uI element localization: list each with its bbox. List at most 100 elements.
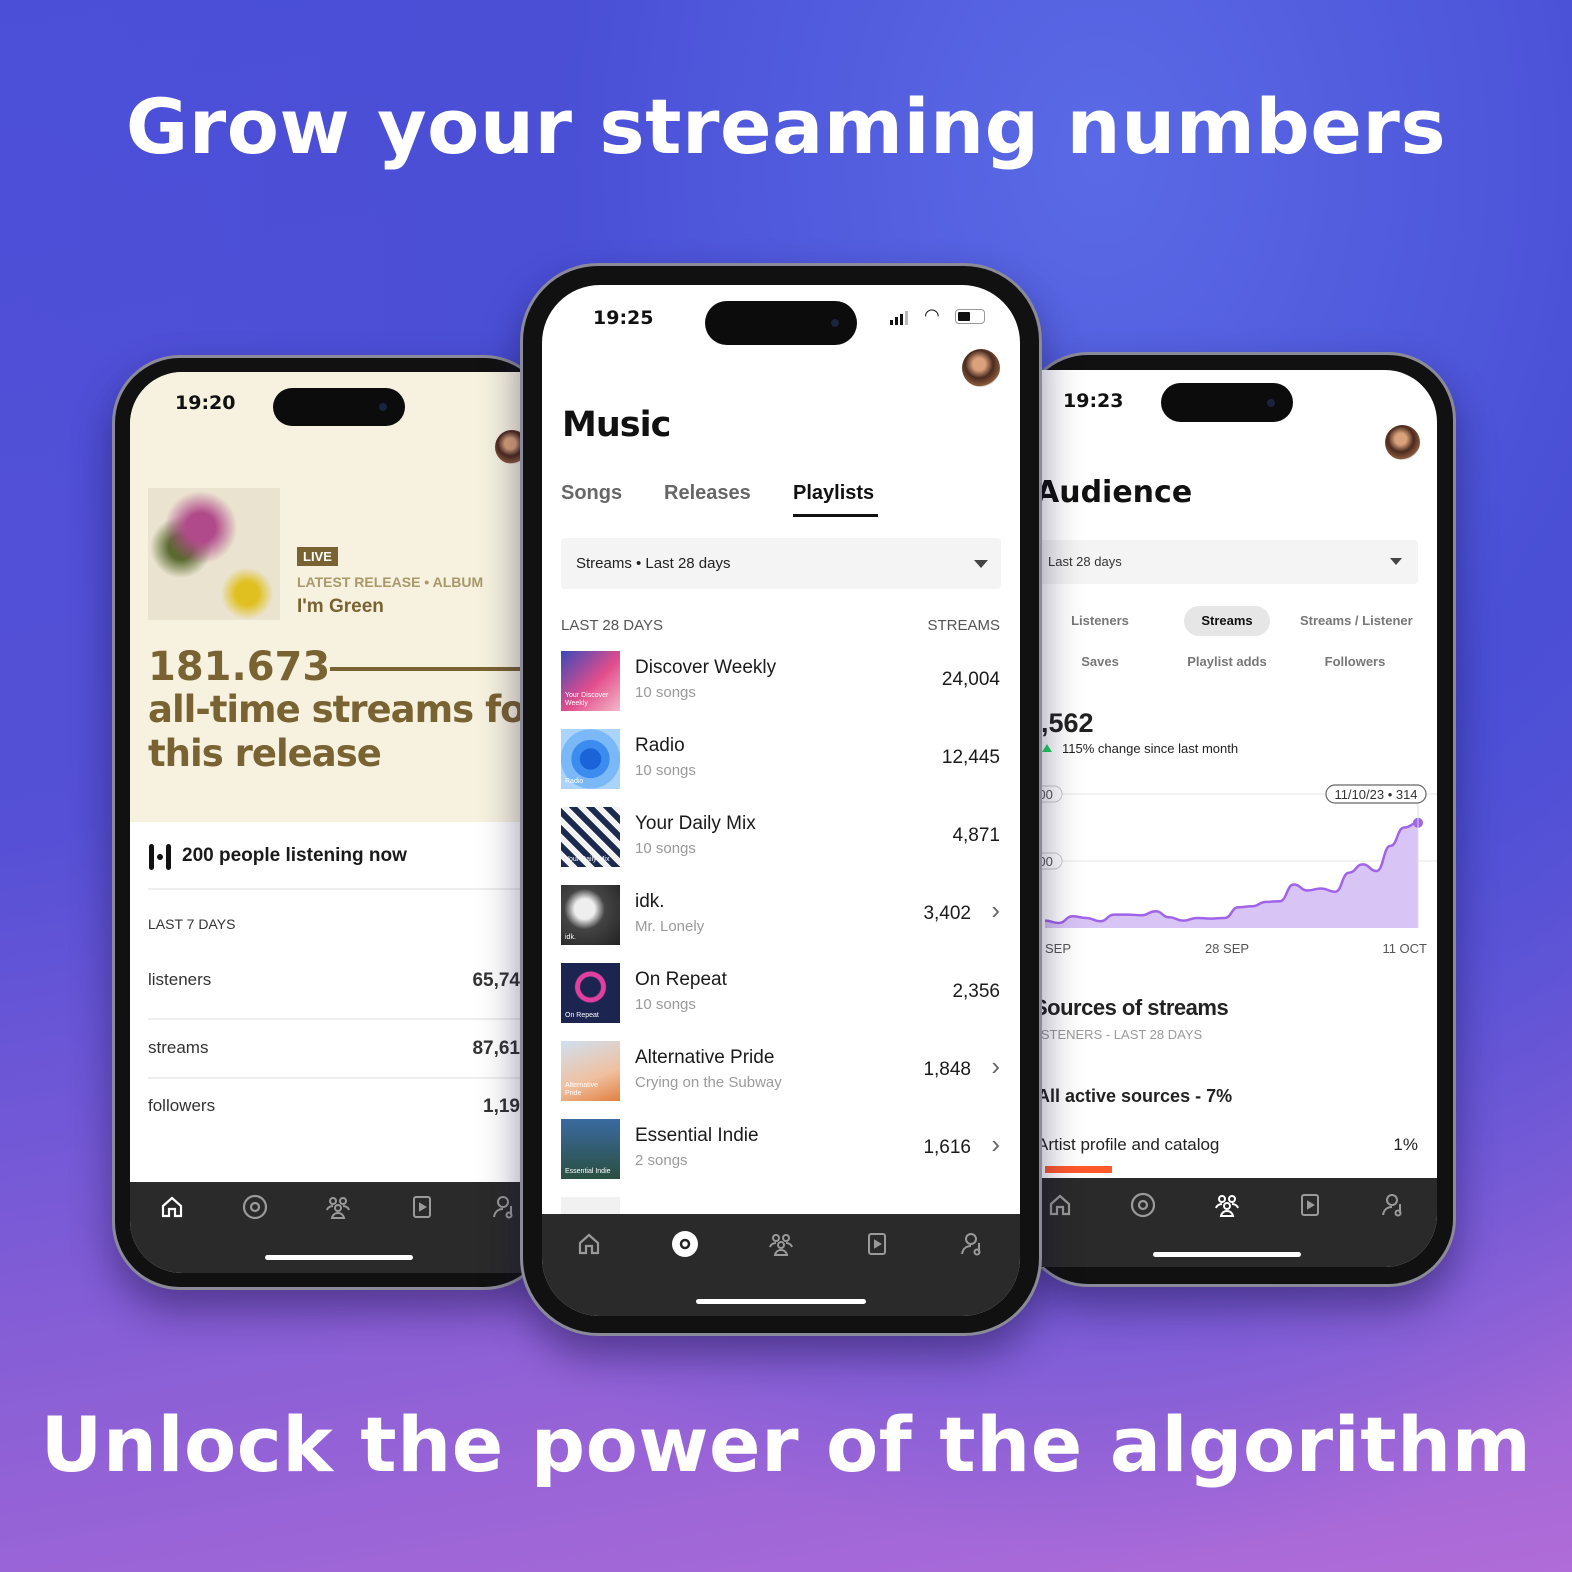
release-screen: 19:20 LIVE LATEST RELEASE • ALBUM I'm Gr… <box>130 372 550 1273</box>
headline-bottom: Unlock the power of the algorithm <box>40 1400 1532 1489</box>
cover-text: Alternative Pride <box>565 1082 599 1097</box>
list-item[interactable]: Alternative Pride Alternative Pride Cryi… <box>542 1041 1020 1103</box>
chevron-right-icon[interactable]: › <box>991 1051 1000 1082</box>
all-sources: All active sources - 7% <box>1040 1086 1233 1106</box>
playlist-cover: Radio <box>561 729 620 789</box>
headline-top: Grow your streaming numbers <box>125 82 1447 171</box>
release-title[interactable]: I'm Green <box>297 596 384 618</box>
x-tick-label: 11 OCT <box>1382 941 1427 956</box>
bottom-nav <box>1040 1178 1437 1267</box>
metric-tab-playlist-adds[interactable]: Playlist adds <box>1172 647 1282 677</box>
metric-dropdown[interactable]: Streams • Last 28 days <box>561 538 1001 589</box>
divider <box>148 888 550 890</box>
page-title: Music <box>562 405 671 445</box>
playlist-cover: Your Daily Mix <box>561 807 620 867</box>
playlist-cover: On Repeat <box>561 963 620 1023</box>
playlist-cover: Essential Indie <box>561 1119 620 1179</box>
list-item[interactable]: Your Discover Weekly Discover Weekly 10 … <box>542 651 1020 713</box>
live-badge: LIVE <box>297 547 338 566</box>
page-title: Audience <box>1040 475 1193 510</box>
dropdown-value: Last 28 days <box>1048 554 1122 569</box>
home-icon[interactable] <box>1046 1191 1074 1219</box>
campaigns-icon[interactable] <box>863 1230 891 1258</box>
playlist-title: On Repeat <box>635 969 727 990</box>
playlist-title: Discover Weekly <box>635 657 777 678</box>
music-disc-icon[interactable] <box>671 1230 699 1258</box>
tab-releases[interactable]: Releases <box>664 482 751 505</box>
home-icon[interactable] <box>158 1193 186 1221</box>
metric-tab-followers[interactable]: Followers <box>1300 647 1410 677</box>
playlist-subtitle: Mr. Lonely <box>635 918 705 935</box>
cover-text: Essential Indie <box>565 1168 611 1175</box>
wifi-icon: ◠ <box>924 305 940 325</box>
chevron-down-icon <box>1390 558 1402 565</box>
section-label: LAST 7 DAYS <box>148 916 236 932</box>
sources-title: Sources of streams <box>1040 995 1229 1020</box>
stream-count: 24,004 <box>941 669 1000 690</box>
playlist-cover: Your Discover Weekly <box>561 651 620 711</box>
tab-playlists[interactable]: Playlists <box>793 482 874 505</box>
left-phone: 19:20 LIVE LATEST RELEASE • ALBUM I'm Gr… <box>112 355 552 1290</box>
list-item[interactable]: Essential Indie Essential Indie 2 songs … <box>542 1119 1020 1181</box>
dynamic-island <box>705 301 857 345</box>
streams-line <box>330 667 550 671</box>
home-indicator <box>1153 1252 1301 1257</box>
list-item[interactable]: Radio Radio 10 songs 12,445 <box>542 729 1020 791</box>
music-disc-icon[interactable] <box>1129 1191 1157 1219</box>
stat-value: 1,19 <box>483 1096 520 1117</box>
bottom-nav <box>542 1214 1020 1316</box>
list-item[interactable]: Your Daily Mix Your Daily Mix 10 songs 4… <box>542 807 1020 869</box>
audience-icon[interactable] <box>767 1230 795 1258</box>
tab-songs[interactable]: Songs <box>561 482 622 505</box>
chevron-right-icon[interactable]: › <box>991 1129 1000 1160</box>
stream-count: 1,848 <box>923 1059 971 1080</box>
music-disc-icon[interactable] <box>241 1193 269 1221</box>
source-value: 1% <box>1393 1135 1418 1154</box>
avatar[interactable] <box>1385 425 1420 460</box>
metric-tab-streams-listener[interactable]: Streams / Listener <box>1300 606 1413 636</box>
divider <box>148 1077 550 1079</box>
dynamic-island <box>273 388 405 426</box>
source-label: Artist profile and catalog <box>1040 1135 1220 1154</box>
playlist-subtitle: 10 songs <box>635 996 696 1013</box>
playlist-cover: Alternative Pride <box>561 1041 620 1101</box>
stat-row-streams: streams 87,61 <box>148 1038 520 1059</box>
battery-icon <box>955 309 985 324</box>
audience-icon[interactable] <box>324 1193 352 1221</box>
playlist-subtitle: 2 songs <box>635 1152 688 1169</box>
stat-label: streams <box>148 1038 209 1057</box>
source-bar <box>1045 1166 1112 1173</box>
up-arrow-icon <box>1042 744 1052 752</box>
metric-tab-saves[interactable]: Saves <box>1045 647 1155 677</box>
total-value: 2,562 <box>1040 708 1094 738</box>
metric-tab-listeners[interactable]: Listeners <box>1045 606 1155 636</box>
audience-icon[interactable] <box>1213 1191 1241 1219</box>
source-row: Artist profile and catalog 1% <box>1040 1135 1418 1155</box>
status-icons <box>1322 392 1412 406</box>
divider <box>148 1018 550 1020</box>
metric-tab-streams[interactable]: Streams <box>1184 606 1270 636</box>
listening-now: 200 people listening now <box>182 845 407 866</box>
playlist-title: Radio <box>635 735 685 756</box>
streams-caption-2: this release <box>148 732 382 775</box>
dynamic-island <box>1161 383 1293 422</box>
column-header-period: LAST 28 DAYS <box>561 617 663 634</box>
campaigns-icon[interactable] <box>408 1193 436 1221</box>
list-item[interactable]: On Repeat On Repeat 10 songs 2,356 <box>542 963 1020 1025</box>
stat-label: followers <box>148 1096 216 1115</box>
chevron-down-icon <box>974 560 988 568</box>
period-dropdown[interactable]: Last 28 days <box>1040 540 1418 584</box>
home-icon[interactable] <box>575 1230 603 1258</box>
bottom-nav <box>130 1182 550 1273</box>
right-phone: 19:23 Audience Last 28 days Listeners Str… <box>1020 352 1456 1287</box>
profile-icon[interactable] <box>1380 1191 1408 1219</box>
list-item[interactable]: idk. idk. Mr. Lonely 3,402 › <box>542 885 1020 947</box>
profile-icon[interactable] <box>959 1230 987 1258</box>
campaigns-icon[interactable] <box>1296 1191 1324 1219</box>
album-art <box>148 488 280 620</box>
streams-number: 181.673 <box>148 644 331 690</box>
chevron-right-icon[interactable]: › <box>991 895 1000 926</box>
dropdown-value: Streams • Last 28 days <box>576 555 731 572</box>
profile-icon[interactable] <box>491 1193 519 1221</box>
avatar[interactable] <box>962 349 1000 387</box>
